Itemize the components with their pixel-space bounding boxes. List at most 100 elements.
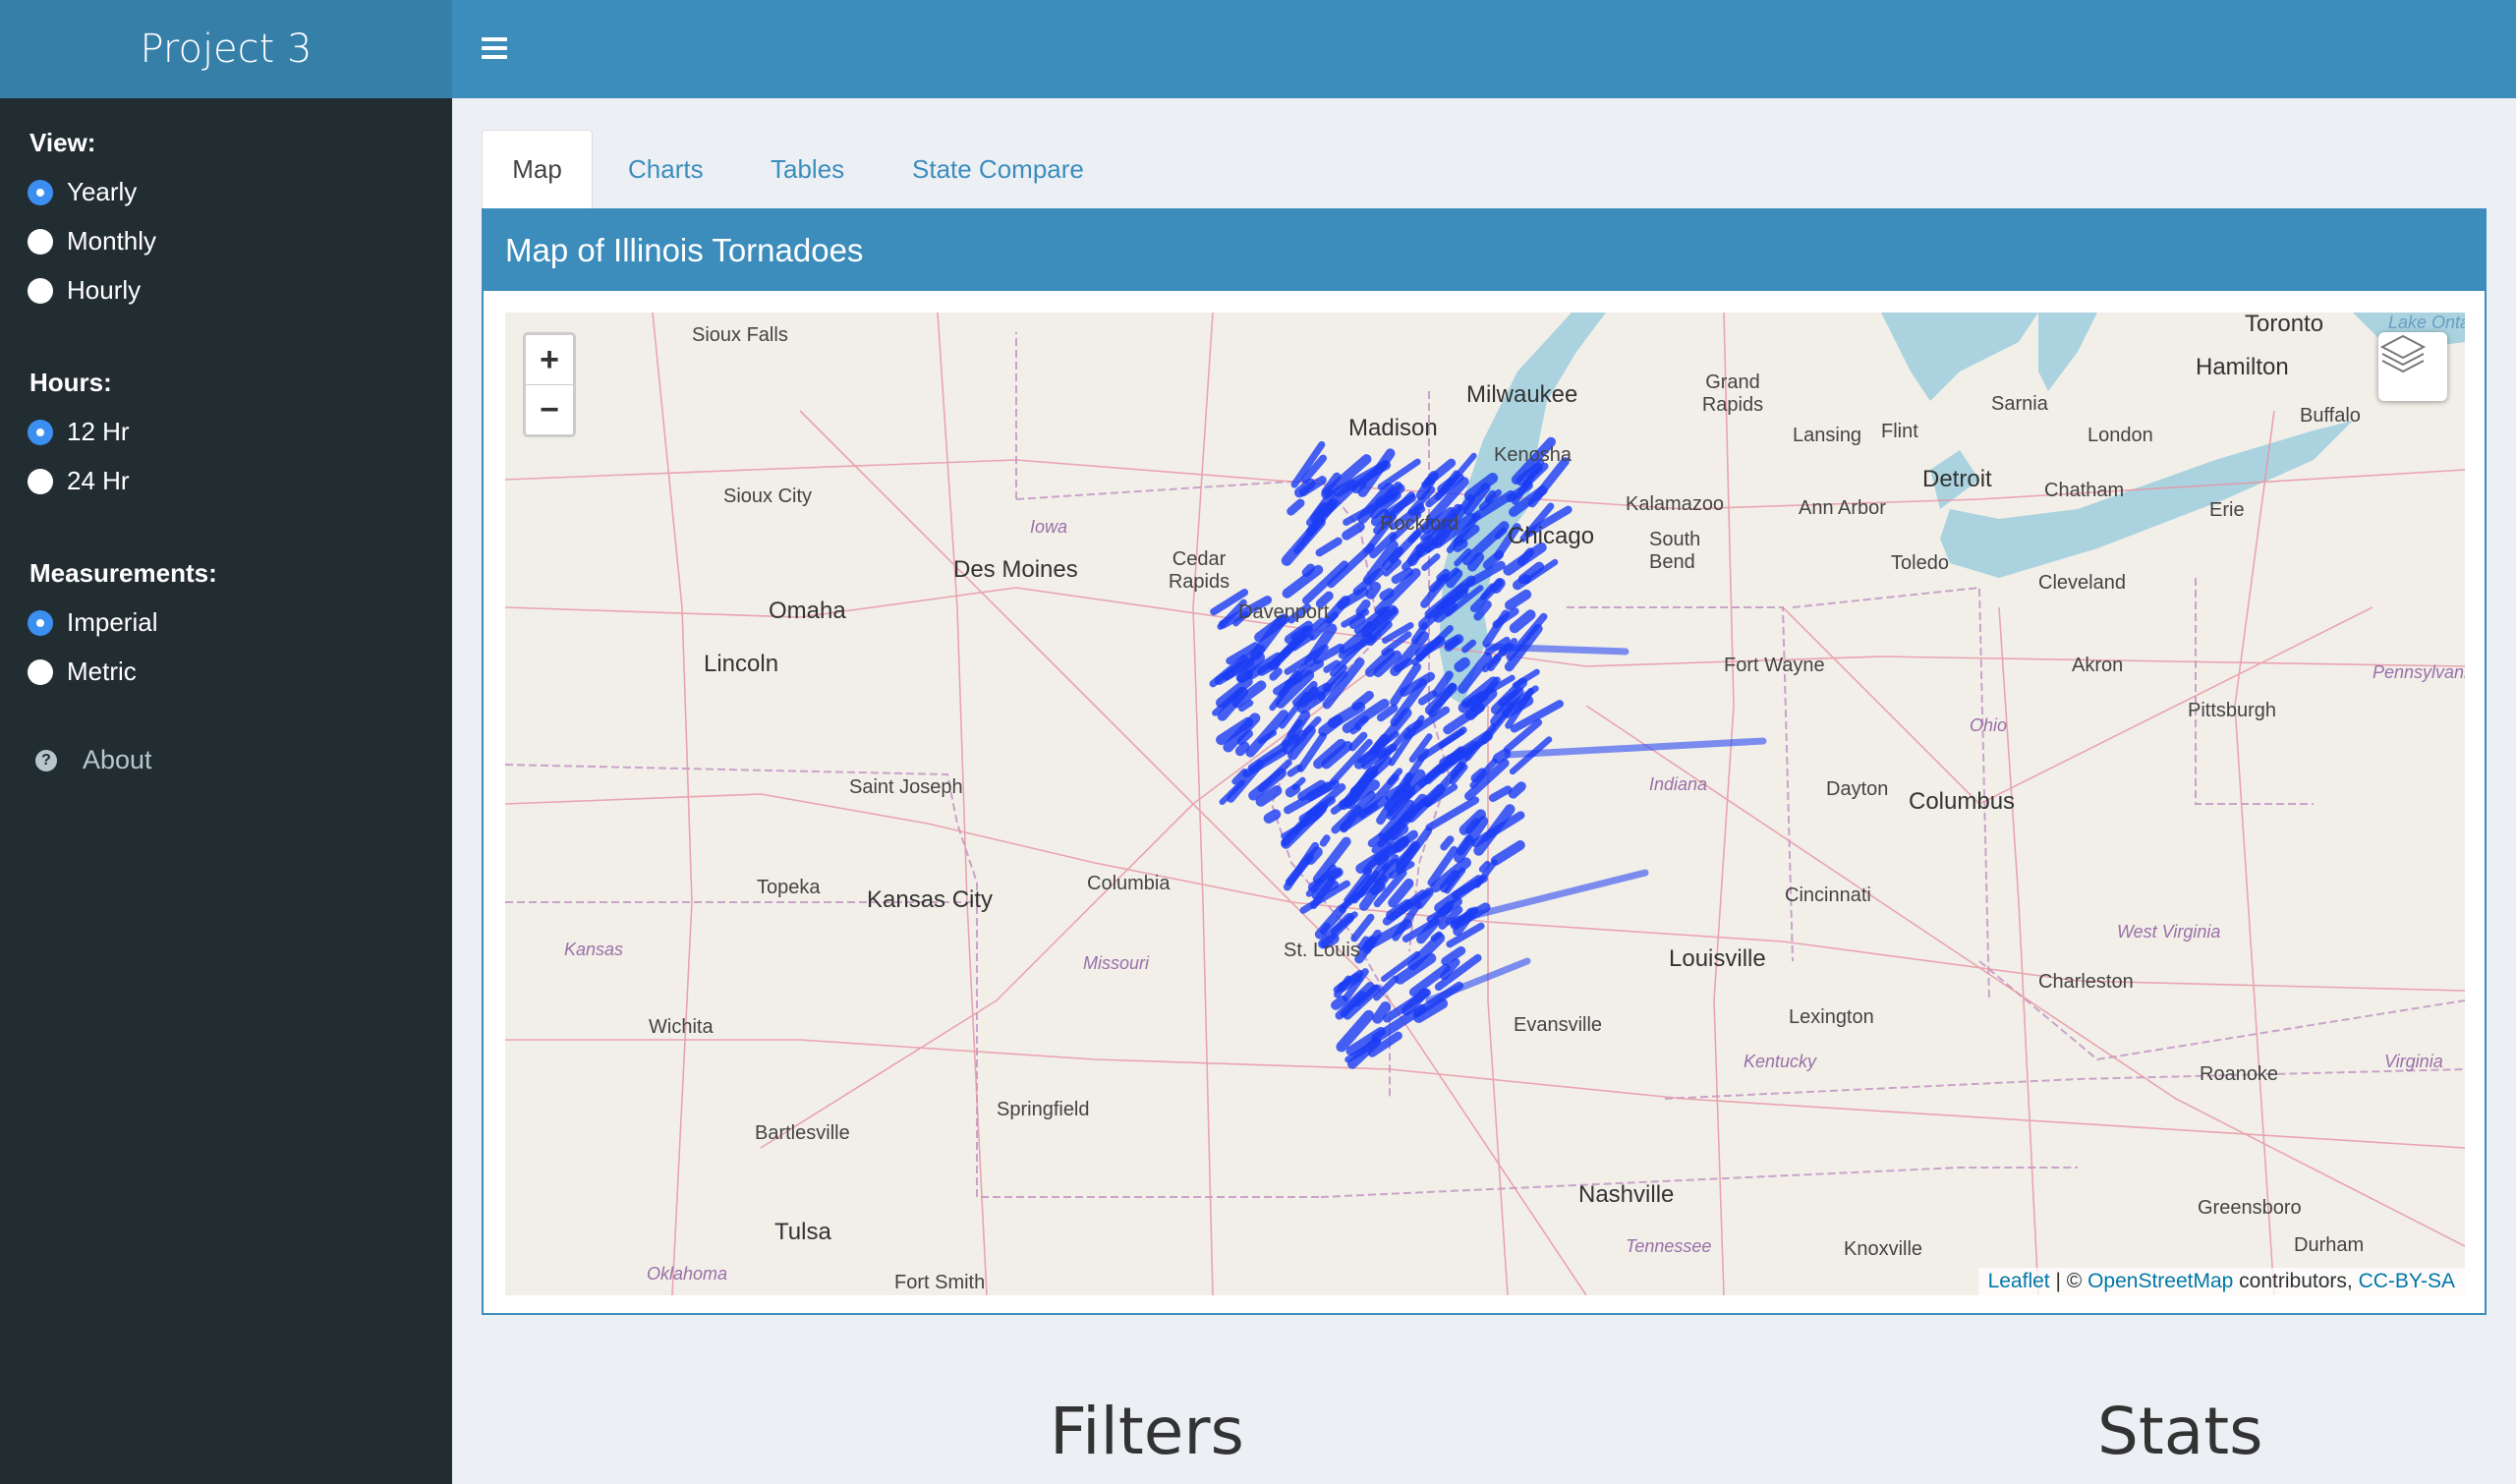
tornado-track[interactable] <box>1470 768 1487 783</box>
map-canvas[interactable]: + − Sioux Falls Milwaukee Madison Grand … <box>505 313 2465 1295</box>
tornado-track[interactable] <box>1319 834 1331 847</box>
city-label: St. Louis <box>1284 940 1360 961</box>
radio-button[interactable] <box>28 468 53 494</box>
zoom-in-button[interactable]: + <box>526 335 573 385</box>
tornado-track[interactable] <box>1494 527 1508 540</box>
radio-hourly[interactable]: Hourly <box>28 275 141 306</box>
leaflet-link[interactable]: Leaflet <box>1988 1270 2050 1292</box>
tab-state-compare[interactable]: State Compare <box>883 130 1114 208</box>
tornado-track[interactable] <box>1357 936 1370 951</box>
city-label: Charleston <box>2038 971 2134 993</box>
tab-charts[interactable]: Charts <box>599 130 733 208</box>
tornado-track[interactable] <box>1263 809 1282 824</box>
tornado-track[interactable] <box>1315 537 1343 557</box>
question-circle-icon: ? <box>35 749 57 771</box>
city-label: Bartlesville <box>755 1122 850 1144</box>
radio-button[interactable] <box>28 179 53 205</box>
tornado-track[interactable] <box>1287 764 1303 777</box>
tab-map[interactable]: Map <box>482 130 593 208</box>
city-label: Dayton <box>1826 778 1889 800</box>
radio-button[interactable] <box>28 277 53 304</box>
tornado-track[interactable] <box>1505 589 1532 611</box>
stats-heading: Stats <box>2097 1394 2263 1469</box>
state-label: Missouri <box>1083 953 1150 973</box>
radio-12hr[interactable]: 12 Hr <box>28 417 130 447</box>
tornado-track[interactable] <box>1337 587 1369 610</box>
state-label: Tennessee <box>1626 1236 1712 1256</box>
tornado-track[interactable] <box>1350 913 1375 942</box>
tornado-track[interactable] <box>1301 563 1316 578</box>
tornado-track[interactable] <box>1509 609 1536 634</box>
tornado-track[interactable] <box>1351 690 1374 711</box>
tornado-track[interactable] <box>1488 785 1513 803</box>
tornado-track[interactable] <box>1349 724 1362 735</box>
city-label: Roanoke <box>2200 1063 2279 1085</box>
lake-huron <box>1881 313 2038 401</box>
tornado-track[interactable] <box>1285 783 1301 798</box>
tornado-track[interactable] <box>1342 522 1365 541</box>
state-label: Kansas <box>564 940 624 959</box>
tornado-track[interactable] <box>1331 995 1348 1010</box>
osm-link[interactable]: OpenStreetMap <box>2087 1270 2233 1292</box>
radio-label: Imperial <box>67 607 158 637</box>
tornado-track[interactable] <box>1508 781 1526 799</box>
tornado-track[interactable] <box>1486 654 1502 672</box>
tornado-track[interactable] <box>1444 636 1461 653</box>
license-link[interactable]: CC-BY-SA <box>2359 1270 2455 1292</box>
radio-label: Monthly <box>67 226 157 256</box>
tornado-track[interactable] <box>1234 741 1250 757</box>
state-label: Indiana <box>1649 774 1708 794</box>
tab-tables[interactable]: Tables <box>741 130 874 208</box>
city-label: Chicago <box>1508 523 1595 549</box>
tornado-track[interactable] <box>1236 669 1254 683</box>
city-label: Tulsa <box>774 1219 831 1245</box>
radio-button[interactable] <box>28 228 53 255</box>
radio-button[interactable] <box>28 419 53 445</box>
radio-button[interactable] <box>28 658 53 685</box>
tornado-track[interactable] <box>1305 846 1323 865</box>
city-label: Kenosha <box>1494 444 1572 466</box>
radio-metric[interactable]: Metric <box>28 656 137 687</box>
tornado-track[interactable] <box>1406 543 1426 567</box>
lake-label: Lake Ontario <box>2388 313 2465 332</box>
tornado-track[interactable] <box>1287 498 1305 516</box>
tornado-track[interactable] <box>1484 643 1630 656</box>
radio-label: Metric <box>67 656 137 686</box>
tornado-track[interactable] <box>1440 835 1455 851</box>
attrib-sep: | © <box>2049 1270 2088 1292</box>
attrib-contrib: contributors, <box>2233 1270 2359 1292</box>
map-box-title: Map of Illinois Tornadoes <box>484 210 2485 291</box>
tornado-track[interactable] <box>1454 656 1470 672</box>
radio-24hr[interactable]: 24 Hr <box>28 466 130 496</box>
city-label: Cedar Rapids <box>1168 548 1230 593</box>
tornado-track[interactable] <box>1417 690 1438 706</box>
radio-button[interactable] <box>28 609 53 636</box>
zoom-out-button[interactable]: − <box>526 385 573 434</box>
city-label: Fort Smith <box>894 1272 986 1293</box>
app-title: Project 3 <box>0 0 452 98</box>
state-label: Kentucky <box>1744 1052 1817 1071</box>
hamburger-icon[interactable] <box>482 37 507 59</box>
tornado-track[interactable] <box>1302 715 1322 736</box>
tornado-track[interactable] <box>1293 478 1316 498</box>
radio-imperial[interactable]: Imperial <box>28 607 157 638</box>
city-label: Columbus <box>1909 788 2016 815</box>
map-box: Map of Illinois Tornadoes + − Sioux Fall… <box>482 208 2487 1315</box>
top-navbar <box>452 0 2516 98</box>
sidebar: View: Yearly Monthly Hourly Hours: 12 Hr… <box>0 98 452 1484</box>
tornado-track[interactable] <box>1365 581 1382 599</box>
tornado-track[interactable] <box>1372 1001 1392 1024</box>
radio-monthly[interactable]: Monthly <box>28 226 156 257</box>
tornado-track[interactable] <box>1269 667 1283 681</box>
tornado-track[interactable] <box>1379 588 1395 601</box>
state-label: Virginia <box>2384 1052 2443 1071</box>
tornado-track[interactable] <box>1236 729 1253 746</box>
tornado-track[interactable] <box>1355 599 1371 616</box>
about-link[interactable]: ? About <box>35 745 152 775</box>
tornado-track[interactable] <box>1490 840 1525 866</box>
radio-yearly[interactable]: Yearly <box>28 177 137 207</box>
layers-icon[interactable] <box>2378 332 2447 401</box>
tornado-track[interactable] <box>1348 614 1366 630</box>
tornado-track[interactable] <box>1421 553 1441 571</box>
zoom-control: + − <box>523 332 576 437</box>
